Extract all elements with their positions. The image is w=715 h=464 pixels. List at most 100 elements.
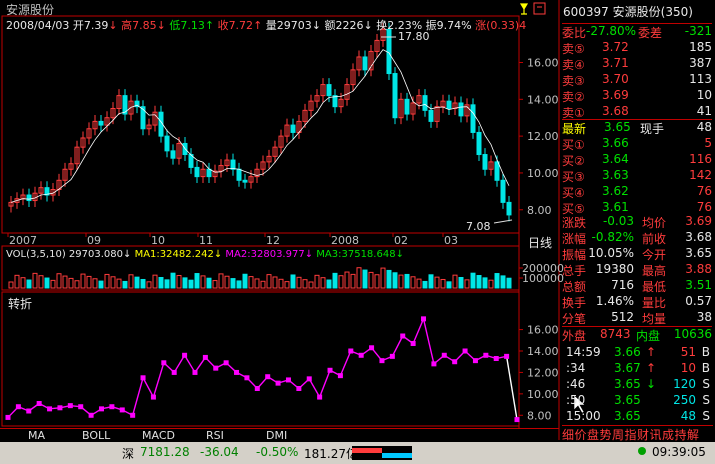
bid-volume: 116 <box>689 152 712 166</box>
bid-volume: 5 <box>704 136 712 150</box>
volume-bar <box>236 280 242 289</box>
period-label[interactable]: 日线 <box>528 234 552 251</box>
candle-body <box>140 106 146 130</box>
zigzag-point <box>285 377 291 383</box>
volume-bar <box>500 275 506 289</box>
tick-row: 14:59 3.66 ↑ 51 B <box>562 345 712 362</box>
indicator-tabs: MA BOLL MACD RSI DMI <box>0 428 559 443</box>
high-label: 高 <box>121 19 133 32</box>
volume-bar <box>194 273 200 289</box>
status-bar: 深 7181.28 -36.04 -0.50% 181.27亿 09:39:05 <box>0 442 715 464</box>
volume-bar <box>488 279 494 289</box>
vol-arrow: ↓ <box>311 19 321 32</box>
tick-time: :50 <box>566 393 586 407</box>
x-tick-label: 02 <box>394 234 408 247</box>
zigzag-segment <box>391 335 404 357</box>
zigzag-point <box>317 394 323 400</box>
ask-volume: 41 <box>696 104 712 118</box>
anchor-icon[interactable] <box>519 3 529 15</box>
close-arrow: ↑ <box>253 19 263 32</box>
zigzag-segment <box>142 377 155 398</box>
tick-row: :50 3.65 250 S <box>562 393 712 410</box>
stat-value: 3.69 <box>685 214 712 228</box>
tick-time: :34 <box>566 361 586 375</box>
tab-ma[interactable]: MA <box>28 429 45 442</box>
y-tick-label: 8.00 <box>527 204 552 217</box>
volume-bar <box>188 279 194 289</box>
stat-value: 3.65 <box>685 246 712 260</box>
volume-bar <box>44 277 50 289</box>
volume-bar <box>446 281 452 289</box>
zigzag-point <box>119 407 125 413</box>
x-tick-label: 11 <box>199 234 213 247</box>
stat-value: 3.51 <box>685 278 712 292</box>
tick-volume: 120 <box>673 377 696 391</box>
stat-row: 分笔 512 均量 38 <box>562 310 712 327</box>
volume-bar <box>404 273 410 289</box>
candle-body <box>362 56 368 71</box>
low-value: 7.13 <box>180 19 205 32</box>
candle-body <box>164 135 170 152</box>
volume-bar <box>26 279 32 289</box>
index-change: -36.04 <box>200 445 239 459</box>
stat-value: 716 <box>611 278 634 292</box>
volume-bar <box>212 280 218 289</box>
zigzag-point <box>244 375 250 381</box>
zigzag-point <box>431 361 437 367</box>
ask-row: 卖② 3.69 10 <box>562 88 712 105</box>
zigzag-segment <box>173 354 186 373</box>
stat-label: 总手 <box>562 264 587 278</box>
window-icon[interactable] <box>533 2 546 15</box>
tab-dmi[interactable]: DMI <box>266 429 287 442</box>
zigzag-point <box>57 405 63 411</box>
stat-label: 均量 <box>642 312 667 326</box>
tab-rsi[interactable]: RSI <box>206 429 224 442</box>
tick-side: B <box>701 345 710 359</box>
stat-value: -0.03 <box>602 214 634 228</box>
candle-body <box>194 166 200 178</box>
ind-tick-label: 10.00 <box>527 388 559 401</box>
strength-down <box>382 453 412 458</box>
zigzag-point <box>202 354 208 360</box>
candle-body <box>422 95 428 111</box>
vol-indicator-title: VOL(3,5,10) <box>6 249 66 260</box>
ask-volume: 113 <box>689 72 712 86</box>
stat-label: 今开 <box>642 248 667 262</box>
zigzag-point <box>109 404 115 410</box>
stat-value: -0.82% <box>591 230 634 244</box>
vol-ma2: MA2:32803.977 <box>225 249 305 260</box>
min-annotation: 7.08 <box>466 220 491 233</box>
volume-y-axis: 200000100000 <box>519 262 564 285</box>
tick-arrow: ↑ <box>646 361 657 375</box>
stat-row: 涨跌 -0.03 均价 3.69 <box>562 214 712 231</box>
last-row: 最新 3.65 现手 48 <box>562 119 712 137</box>
volume-bar <box>158 277 164 289</box>
bid-price: 3.61 <box>602 200 629 214</box>
tick-volume: 51 <box>680 345 696 359</box>
volume-bar <box>428 274 434 289</box>
zigzag-segment <box>318 370 331 398</box>
outer-inner-row: 外盘 8743 内盘 10636 <box>562 326 712 344</box>
zigzag-segment <box>422 318 435 365</box>
volume-bar <box>56 273 62 289</box>
stat-value: 3.68 <box>685 230 712 244</box>
stat-value: 38 <box>696 310 712 324</box>
zigzag-point <box>462 348 468 354</box>
candle-body <box>506 201 512 216</box>
tab-macd[interactable]: MACD <box>142 429 175 442</box>
volume-bar <box>248 276 254 289</box>
candle-body <box>500 179 506 203</box>
tick-arrow: ↑ <box>646 345 657 359</box>
zigzag-segment <box>412 318 425 344</box>
main-chart-frame <box>1 15 520 234</box>
volume-bar <box>470 272 476 289</box>
volume-bar <box>296 276 302 289</box>
bid-row: 买① 3.66 5 <box>562 136 712 153</box>
stat-value: 3.88 <box>685 262 712 276</box>
tab-boll[interactable]: BOLL <box>82 429 110 442</box>
detail-tabs[interactable]: 细价盘势周指财讯成持解 <box>562 425 713 443</box>
volume-bar <box>122 280 128 289</box>
volume-bar <box>206 277 212 289</box>
ask-row: 卖④ 3.71 387 <box>562 56 712 73</box>
volume-bar <box>68 277 74 289</box>
